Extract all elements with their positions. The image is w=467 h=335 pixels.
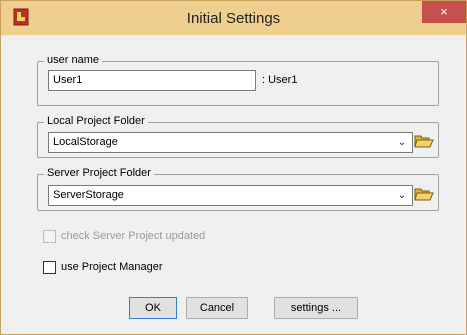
check-server-project-checkbox[interactable] bbox=[43, 230, 56, 243]
local-project-folder-value: LocalStorage bbox=[53, 136, 118, 148]
ok-button[interactable]: OK bbox=[129, 297, 177, 319]
use-project-manager-label: use Project Manager bbox=[61, 261, 163, 273]
open-folder-icon[interactable] bbox=[414, 185, 434, 203]
server-project-folder-value: ServerStorage bbox=[53, 189, 124, 201]
user-name-input[interactable]: User1 bbox=[48, 70, 256, 91]
check-server-project-label: check Server Project updated bbox=[61, 230, 206, 242]
server-project-folder-legend: Server Project Folder bbox=[44, 167, 154, 179]
server-project-folder-select[interactable]: ServerStorage ⌄ bbox=[48, 185, 413, 206]
local-project-folder-legend: Local Project Folder bbox=[44, 115, 148, 127]
chevron-down-icon[interactable]: ⌄ bbox=[395, 186, 409, 205]
cancel-button[interactable]: Cancel bbox=[186, 297, 248, 319]
user-name-legend: user name bbox=[44, 54, 102, 66]
chevron-down-icon[interactable]: ⌄ bbox=[395, 133, 409, 152]
use-project-manager-checkbox[interactable] bbox=[43, 261, 56, 274]
settings-button[interactable]: settings ... bbox=[274, 297, 358, 319]
close-button[interactable]: × bbox=[422, 1, 466, 23]
open-folder-icon[interactable] bbox=[414, 132, 434, 150]
user-name-display: : User1 bbox=[262, 74, 298, 86]
local-project-folder-select[interactable]: LocalStorage ⌄ bbox=[48, 132, 413, 153]
title-bar[interactable]: Initial Settings × bbox=[1, 1, 466, 35]
close-icon: × bbox=[440, 4, 448, 19]
initial-settings-dialog: Initial Settings × user name User1 : Use… bbox=[0, 0, 467, 335]
window-title: Initial Settings bbox=[186, 10, 281, 27]
